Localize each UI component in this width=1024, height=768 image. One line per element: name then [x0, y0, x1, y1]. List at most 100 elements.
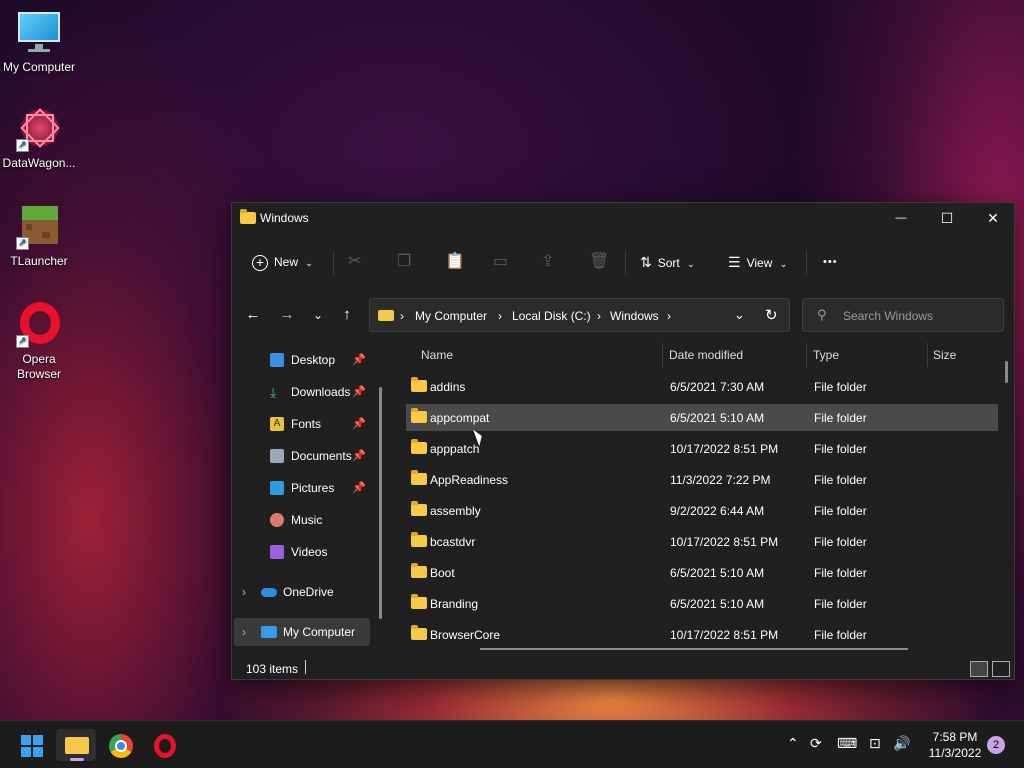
table-row[interactable]: Branding 6/5/2021 5:10 AM File folder [406, 590, 998, 617]
column-divider[interactable] [927, 343, 928, 367]
pin-icon[interactable]: 📌 [352, 474, 366, 502]
close-button[interactable]: ✕ [970, 203, 1016, 233]
column-header-type[interactable]: Type [813, 343, 839, 367]
toolbar-divider [625, 251, 626, 275]
large-icons-view-icon[interactable] [992, 661, 1010, 677]
address-dropdown-chevron-icon[interactable]: ⌄ [734, 307, 745, 323]
sidebar-item-label: Documents [291, 449, 352, 463]
up-arrow-icon[interactable]: ↑ [335, 303, 359, 327]
rename-icon[interactable]: ▭ [493, 247, 508, 277]
breadcrumb-local-disk[interactable]: Local Disk (C:) [512, 309, 591, 323]
table-row[interactable]: bcastdvr 10/17/2022 8:51 PM File folder [406, 528, 998, 555]
volume-icon[interactable]: 🔊 [893, 735, 910, 752]
file-type: File folder [814, 628, 867, 642]
table-row[interactable]: BrowserCore 10/17/2022 8:51 PM File fold… [406, 621, 998, 648]
windows-logo-icon [21, 735, 43, 757]
taskbar-opera[interactable] [144, 729, 184, 761]
clock[interactable]: 7:58 PM 11/3/2022 [920, 729, 990, 761]
keyboard-icon[interactable]: ⌨ [837, 735, 857, 752]
file-name: apppatch [430, 442, 480, 456]
opera-icon [154, 734, 176, 758]
network-icon[interactable]: ⊡ [869, 735, 881, 752]
table-row[interactable]: addins 6/5/2021 7:30 AM File folder [406, 373, 998, 400]
column-header-date-modified[interactable]: Date modified [669, 343, 743, 367]
minimize-button[interactable]: — [878, 203, 924, 233]
search-placeholder: Search Windows [843, 309, 934, 323]
table-row[interactable]: apppatch 10/17/2022 8:51 PM File folder [406, 435, 998, 462]
view-button[interactable]: ☰ View ⌄ [728, 247, 787, 277]
file-name: appcompat [430, 411, 490, 425]
sidebar-item-onedrive[interactable]: › OneDrive [232, 578, 372, 606]
desktop-icon-label: TLauncher [10, 254, 68, 268]
sidebar-item-documents[interactable]: Documents 📌 [232, 442, 372, 470]
expand-chevron-icon[interactable]: › [242, 618, 246, 646]
taskbar-file-explorer[interactable] [56, 729, 96, 761]
copy-icon[interactable]: ❐ [397, 247, 411, 277]
sidebar-item-music[interactable]: Music [232, 506, 372, 534]
column-header-name[interactable]: Name [421, 343, 453, 367]
breadcrumb-windows[interactable]: Windows [610, 309, 659, 323]
sidebar-item-my-computer[interactable]: › My Computer [234, 618, 370, 646]
new-button[interactable]: + New ⌄ [252, 247, 320, 277]
details-view-icon[interactable] [970, 661, 988, 677]
start-button[interactable] [12, 729, 52, 761]
sidebar-item-videos[interactable]: Videos [232, 538, 372, 566]
pin-icon[interactable]: 📌 [352, 442, 366, 470]
breadcrumb-separator: › [597, 309, 601, 323]
sidebar-item-pictures[interactable]: Pictures 📌 [232, 474, 372, 502]
column-divider[interactable] [662, 343, 663, 367]
show-hidden-icons-chevron-icon[interactable]: ⌃ [787, 735, 799, 752]
clock-time: 7:58 PM [932, 730, 978, 744]
pin-icon[interactable]: 📌 [352, 378, 366, 406]
table-row[interactable]: AppReadiness 11/3/2022 7:22 PM File fold… [406, 466, 998, 493]
column-divider[interactable] [806, 343, 807, 367]
sidebar-item-fonts[interactable]: A Fonts 📌 [232, 410, 372, 438]
cloud-icon [261, 588, 277, 597]
file-name: addins [430, 380, 466, 394]
file-type: File folder [814, 504, 867, 518]
file-list-vertical-scrollbar[interactable] [1005, 361, 1008, 383]
forward-arrow-icon[interactable]: → [275, 303, 299, 327]
sidebar-item-desktop[interactable]: Desktop 📌 [232, 346, 372, 374]
paste-icon[interactable]: 📋 [445, 247, 465, 277]
delete-icon[interactable]: 🗑 [589, 247, 609, 277]
taskbar-chrome[interactable] [100, 729, 140, 761]
more-options-button[interactable]: ••• [823, 247, 838, 277]
file-type: File folder [814, 473, 867, 487]
table-row[interactable]: appcompat 6/5/2021 5:10 AM File folder [406, 404, 998, 431]
refresh-icon[interactable]: ↻ [765, 306, 778, 324]
file-list-horizontal-scrollbar[interactable] [480, 648, 908, 650]
sort-button[interactable]: ⇅ Sort ⌄ [640, 247, 695, 277]
maximize-button[interactable]: ☐ [924, 203, 970, 233]
column-header-size[interactable]: Size [933, 343, 956, 367]
table-row[interactable]: Boot 6/5/2021 5:10 AM File folder [406, 559, 998, 586]
file-type: File folder [814, 411, 867, 425]
music-icon [270, 513, 284, 527]
address-bar[interactable]: › My Computer › Local Disk (C:) › Window… [369, 298, 790, 332]
cut-icon[interactable]: ✂ [348, 247, 361, 277]
shortcut-arrow-icon: ↗ [16, 335, 29, 348]
recent-locations-chevron-icon[interactable]: ⌄ [306, 303, 330, 327]
search-icon: ⚲ [817, 307, 827, 322]
desktop-icon-opera[interactable]: ↗ Opera Browser [0, 302, 78, 382]
breadcrumb-my-computer[interactable]: My Computer [415, 309, 487, 323]
file-name: AppReadiness [430, 473, 509, 487]
desktop-icon-my-computer[interactable]: My Computer [0, 10, 78, 75]
navigation-pane-scrollbar[interactable] [379, 387, 382, 619]
notification-badge[interactable]: 2 [987, 736, 1005, 754]
new-label: New [274, 255, 299, 269]
table-row[interactable]: assembly 9/2/2022 6:44 AM File folder [406, 497, 998, 524]
title-bar[interactable]: Windows — ☐ ✕ [232, 203, 1014, 233]
expand-chevron-icon[interactable]: › [242, 578, 246, 606]
sync-icon[interactable]: ⟳ [810, 735, 822, 752]
back-arrow-icon[interactable]: ← [241, 303, 265, 327]
desktop-icon-datawagon[interactable]: ↗ DataWagon... [0, 106, 78, 171]
pin-icon[interactable]: 📌 [352, 410, 366, 438]
share-icon[interactable]: ⇪ [541, 247, 554, 277]
desktop-icon-tlauncher[interactable]: ↗ TLauncher [0, 204, 78, 269]
sidebar-item-label: Downloads [291, 385, 351, 399]
sidebar-item-downloads[interactable]: ⤓ Downloads 📌 [232, 378, 372, 406]
videos-icon [270, 545, 284, 559]
pin-icon[interactable]: 📌 [352, 346, 366, 374]
search-box[interactable]: ⚲ Search Windows [802, 298, 1004, 332]
